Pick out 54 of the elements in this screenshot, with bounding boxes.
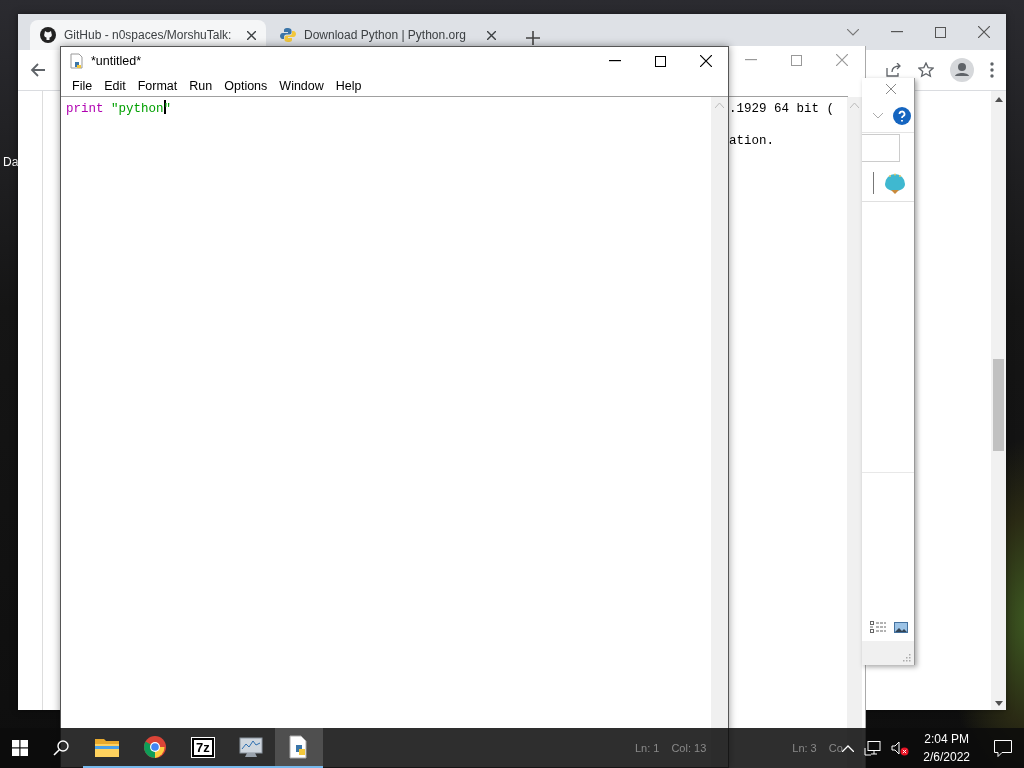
console-line: .1929 64 bit ( bbox=[729, 101, 836, 117]
menu-item[interactable]: Format bbox=[131, 78, 184, 93]
python-logo-icon bbox=[280, 27, 296, 43]
share-icon[interactable] bbox=[886, 63, 902, 77]
notification-icon[interactable] bbox=[994, 739, 1012, 757]
resize-grip-icon[interactable] bbox=[903, 654, 911, 662]
chrome-logo-icon bbox=[142, 735, 167, 759]
new-tab-icon[interactable] bbox=[526, 31, 540, 45]
clock[interactable]: 2:04 PM 2/6/2022 bbox=[919, 730, 974, 766]
star-icon[interactable] bbox=[918, 62, 934, 78]
browser-tab[interactable]: Download Python | Python.org bbox=[270, 20, 506, 50]
code-line: print "python" bbox=[66, 100, 172, 116]
menu-icon[interactable] bbox=[990, 62, 994, 78]
maximize-icon[interactable] bbox=[655, 55, 666, 67]
folder-icon bbox=[94, 737, 119, 757]
status-text: Ln: 3 bbox=[792, 742, 817, 754]
back-arrow-icon[interactable] bbox=[30, 62, 46, 78]
desktop-icon-label[interactable]: Da bbox=[3, 155, 19, 169]
list-view-icon[interactable] bbox=[870, 621, 886, 633]
octocat-icon bbox=[40, 27, 56, 43]
scroll-down-icon[interactable] bbox=[994, 701, 1003, 706]
close-icon[interactable] bbox=[700, 55, 712, 67]
shell-icon[interactable] bbox=[883, 172, 907, 194]
window-title: *untitled* bbox=[91, 54, 143, 68]
menu-item[interactable]: Edit bbox=[98, 78, 132, 93]
menu-item[interactable]: Options bbox=[218, 78, 274, 93]
close-icon[interactable] bbox=[247, 30, 256, 40]
help-icon[interactable] bbox=[893, 107, 911, 125]
status-text: Col: 13 bbox=[671, 742, 707, 754]
profile-icon[interactable] bbox=[950, 58, 974, 82]
windows-logo-icon bbox=[12, 740, 29, 756]
tab-search-chevron-icon[interactable] bbox=[847, 28, 859, 36]
status-text: Co bbox=[828, 742, 843, 754]
minimize-icon[interactable] bbox=[609, 60, 621, 62]
muted-speaker-icon[interactable] bbox=[891, 740, 910, 756]
scroll-up-icon[interactable] bbox=[994, 97, 1003, 102]
input-field[interactable] bbox=[862, 134, 900, 162]
python-file-icon bbox=[287, 735, 310, 759]
menu-item[interactable]: Window bbox=[273, 78, 330, 93]
scrollbar-thumb[interactable] bbox=[993, 359, 1004, 451]
taskbar-app-button[interactable]: 7z bbox=[178, 728, 227, 768]
status-text: Ln: 1 bbox=[634, 742, 660, 754]
search-icon[interactable] bbox=[52, 740, 69, 756]
menu-item[interactable]: Run bbox=[183, 78, 219, 93]
network-icon[interactable] bbox=[864, 740, 882, 756]
close-icon[interactable] bbox=[487, 30, 496, 40]
menu-item[interactable]: File bbox=[66, 78, 99, 93]
monitor-icon bbox=[238, 736, 263, 758]
image-icon[interactable] bbox=[894, 622, 908, 633]
chevron-up-icon[interactable] bbox=[842, 744, 855, 752]
taskbar-app-button[interactable] bbox=[274, 728, 323, 768]
document-icon bbox=[69, 53, 85, 69]
menu-item[interactable]: Help bbox=[329, 78, 368, 93]
console-line: ation. bbox=[729, 133, 775, 149]
